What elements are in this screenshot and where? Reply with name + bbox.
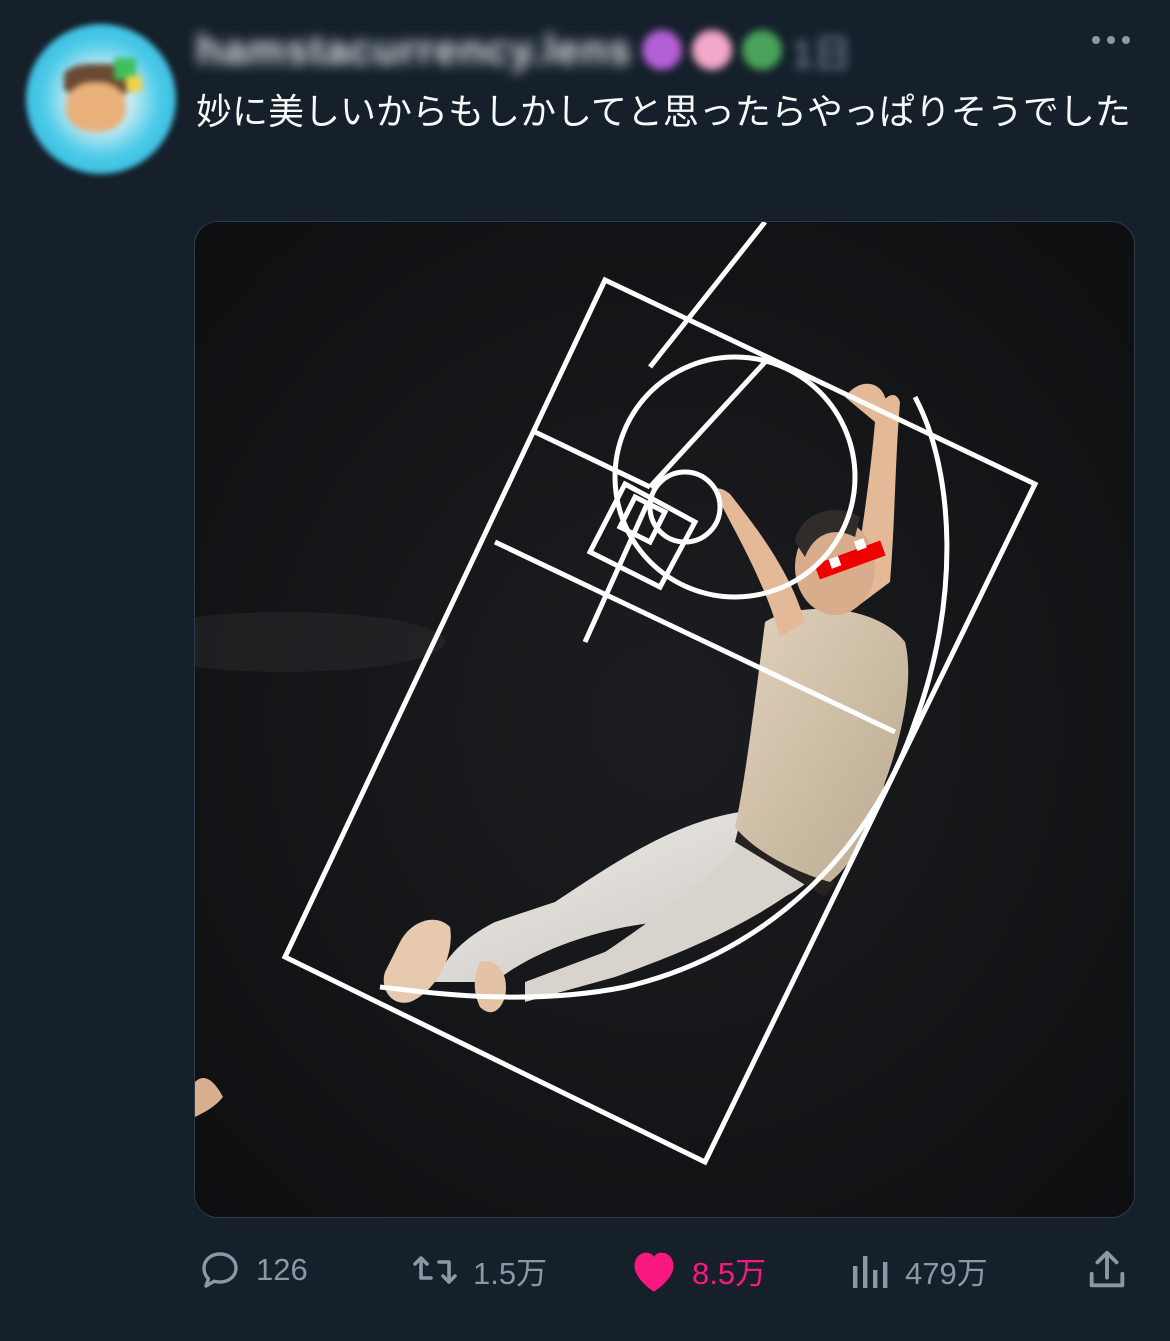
reply-button[interactable]: 126 [196, 1240, 308, 1300]
more-options-icon[interactable] [1092, 36, 1130, 44]
emoji-icon [642, 30, 683, 70]
like-count: 8.5万 [692, 1255, 767, 1291]
view-count: 479万 [905, 1255, 988, 1291]
tweet-image[interactable] [194, 221, 1135, 1218]
avatar-face [66, 82, 126, 132]
reply-icon [202, 1252, 238, 1288]
repost-icon [413, 1256, 457, 1284]
emoji-icon [742, 30, 783, 70]
like-button[interactable]: 8.5万 [628, 1240, 766, 1300]
tweet-text: 妙に美しいからもしかしてと思ったらやっぱりそうでした [196, 92, 1131, 133]
views-icon [853, 1256, 888, 1288]
reply-count: 126 [256, 1252, 308, 1287]
share-button[interactable] [1084, 1240, 1130, 1300]
fibonacci-photo [195, 222, 1134, 1217]
post-timestamp[interactable]: 1日 [792, 23, 851, 78]
author-display-name[interactable]: hamstacurrency.lens [196, 26, 632, 74]
share-icon [1089, 1250, 1125, 1288]
repost-count: 1.5万 [473, 1255, 548, 1291]
avatar-decoration [126, 76, 142, 92]
tweet: hamstacurrency.lens 1日 妙に美しいからもしかしてと思ったら… [0, 0, 1170, 1341]
author-row: hamstacurrency.lens 1日 [196, 20, 851, 80]
heart-icon [634, 1252, 674, 1292]
views-button[interactable]: 479万 [849, 1240, 988, 1300]
avatar[interactable] [26, 24, 176, 174]
emoji-icon [692, 30, 733, 70]
action-bar: 126 1.5万 8.5万 479万 [194, 1240, 1134, 1300]
repost-button[interactable]: 1.5万 [409, 1240, 547, 1300]
